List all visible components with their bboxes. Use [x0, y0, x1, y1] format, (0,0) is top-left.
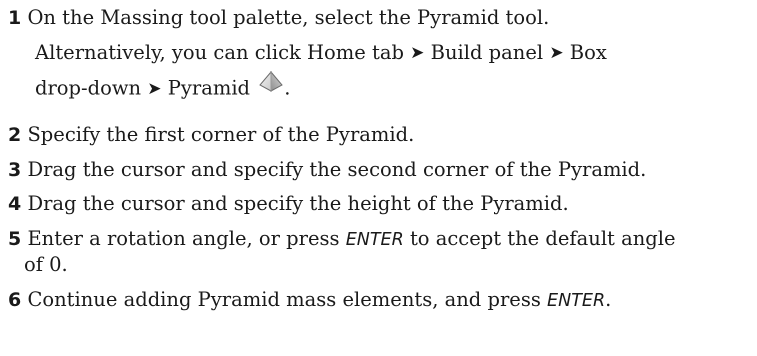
enter-key-text: ENTER: [547, 291, 606, 311]
step-text: Drag the cursor and specify the second c…: [27, 158, 647, 181]
step-number: 5: [8, 228, 22, 250]
step-6: 6 Continue adding Pyramid mass elements,…: [8, 288, 611, 313]
step-3: 3 Drag the cursor and specify the second…: [8, 158, 646, 182]
pyramid-icon: [258, 70, 284, 99]
step-text-cont: .: [605, 288, 612, 311]
alternative-text: Alternatively, you can click Home tab: [35, 41, 404, 64]
alternative-line-1: Alternatively, you can click Home tab ➤ …: [35, 41, 607, 66]
step-text: Drag the cursor and specify the height o…: [27, 192, 569, 215]
step-text: of 0.: [24, 253, 68, 276]
step-text: Enter a rotation angle, or press: [27, 227, 346, 250]
arrow-icon: ➤: [147, 78, 162, 99]
step-number: 1: [8, 7, 22, 29]
alternative-line-2: drop-down ➤ Pyramid .: [35, 70, 291, 103]
step-text: Continue adding Pyramid mass elements, a…: [27, 288, 548, 311]
step-4: 4 Drag the cursor and specify the height…: [8, 192, 569, 216]
step-number: 6: [8, 289, 22, 311]
step-5: 5 Enter a rotation angle, or press ENTER…: [8, 227, 676, 252]
box-text: Box: [569, 41, 607, 64]
step-text: Specify the first corner of the Pyramid.: [27, 123, 415, 146]
step-text-cont: to accept the default angle: [403, 227, 676, 250]
step-number: 4: [8, 193, 22, 215]
arrow-icon: ➤: [549, 43, 564, 63]
step-number: 2: [8, 124, 22, 146]
build-panel-text: Build panel: [430, 41, 544, 64]
pyramid-text: Pyramid: [167, 76, 251, 100]
enter-key-text: ENTER: [345, 230, 404, 250]
step-5-continuation: of 0.: [24, 253, 68, 277]
period-text: .: [284, 76, 291, 100]
step-1: 1 On the Massing tool palette, select th…: [8, 6, 549, 30]
dropdown-text: drop-down: [35, 76, 142, 100]
step-2: 2 Specify the first corner of the Pyrami…: [8, 123, 414, 147]
instructions-document: 1 On the Massing tool palette, select th…: [0, 0, 757, 356]
step-number: 3: [8, 159, 22, 181]
step-text: On the Massing tool palette, select the …: [27, 6, 550, 29]
arrow-icon: ➤: [410, 43, 425, 63]
